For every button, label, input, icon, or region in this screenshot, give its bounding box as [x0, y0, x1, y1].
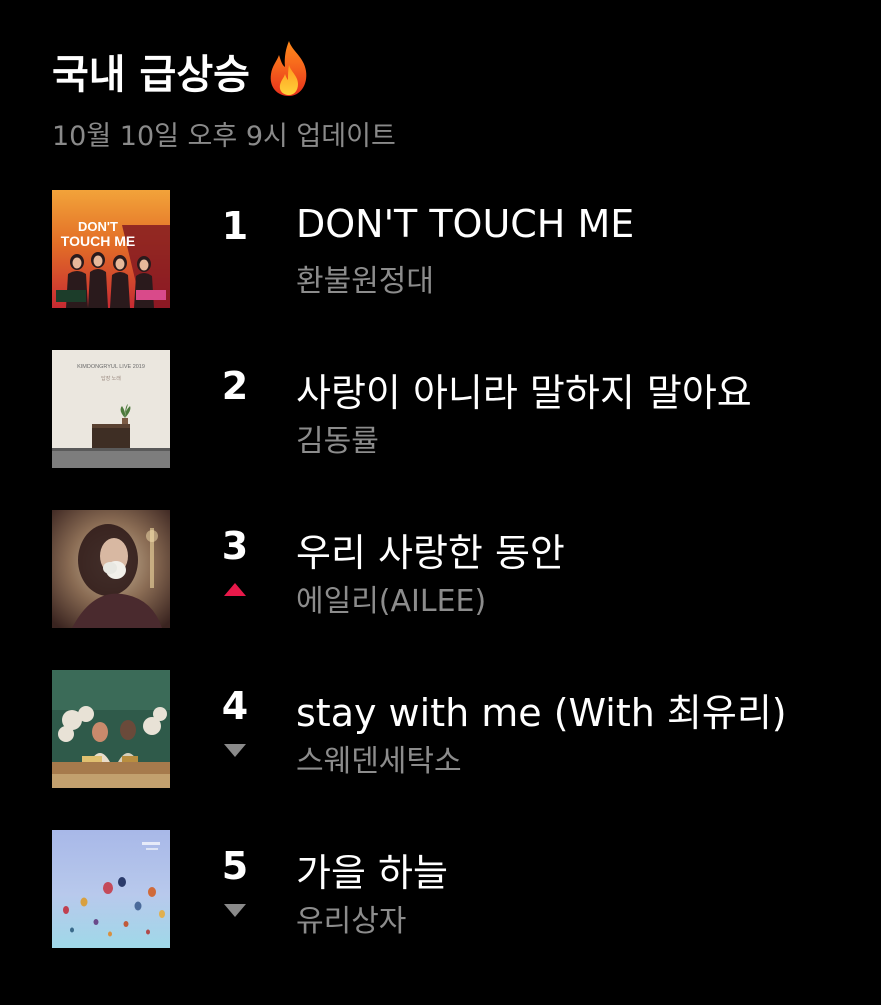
- chart-item-2[interactable]: KIMDONGRYUL LIVE 2019 답장 노래 2 사랑이 아니라 말하…: [52, 350, 852, 468]
- album-cover-image[interactable]: KIMDONGRYUL LIVE 2019 답장 노래: [52, 350, 170, 468]
- svg-text:DON'T: DON'T: [78, 219, 118, 234]
- chart-item-4[interactable]: 4 stay with me (With 최유리) 스웨덴세탁소: [52, 670, 852, 788]
- rank-number: 3: [221, 524, 249, 568]
- song-title[interactable]: stay with me (With 최유리): [296, 682, 787, 737]
- artist-name[interactable]: 환불원정대: [296, 256, 434, 300]
- album-cover-image[interactable]: DON'T TOUCH ME: [52, 190, 170, 308]
- page-title: 국내 급상승: [52, 52, 250, 98]
- artist-name[interactable]: 김동률: [296, 416, 379, 460]
- chart-header: 국내 급상승 10월 10일 오후 9시 업데이트: [52, 38, 396, 153]
- chart-item-3[interactable]: 3 우리 사랑한 동안 에일리(AILEE): [52, 510, 852, 628]
- rank-down-icon: [222, 900, 248, 920]
- rank-down-icon: [222, 740, 248, 760]
- rank-number: 4: [221, 684, 249, 728]
- song-title[interactable]: 가을 하늘: [296, 842, 448, 897]
- album-cover-image[interactable]: [52, 670, 170, 788]
- title-row: 국내 급상승: [52, 38, 396, 104]
- chart-list: DON'T TOUCH ME 1 DON'T TOUCH ME 환불원정대 KI…: [52, 190, 852, 990]
- album-cover-image[interactable]: [52, 510, 170, 628]
- rank-up-icon: [222, 580, 248, 600]
- svg-text:TOUCH ME: TOUCH ME: [61, 233, 135, 249]
- rank-number: 1: [221, 204, 249, 248]
- artist-name[interactable]: 유리상자: [296, 896, 406, 940]
- song-title[interactable]: DON'T TOUCH ME: [296, 202, 634, 246]
- svg-text:답장 노래: 답장 노래: [101, 375, 121, 382]
- chart-item-5[interactable]: 5 가을 하늘 유리상자: [52, 830, 852, 948]
- artist-name[interactable]: 에일리(AILEE): [296, 576, 486, 620]
- song-title[interactable]: 사랑이 아니라 말하지 말아요: [296, 362, 752, 417]
- svg-text:KIMDONGRYUL LIVE 2019: KIMDONGRYUL LIVE 2019: [77, 364, 145, 370]
- song-title[interactable]: 우리 사랑한 동안: [296, 522, 565, 577]
- update-timestamp: 10월 10일 오후 9시 업데이트: [52, 121, 396, 152]
- rank-number: 2: [221, 364, 249, 408]
- fire-icon: [264, 39, 314, 99]
- artist-name[interactable]: 스웨덴세탁소: [296, 736, 462, 780]
- chart-item-1[interactable]: DON'T TOUCH ME 1 DON'T TOUCH ME 환불원정대: [52, 190, 852, 308]
- rank-number: 5: [221, 844, 249, 888]
- album-cover-image[interactable]: [52, 830, 170, 948]
